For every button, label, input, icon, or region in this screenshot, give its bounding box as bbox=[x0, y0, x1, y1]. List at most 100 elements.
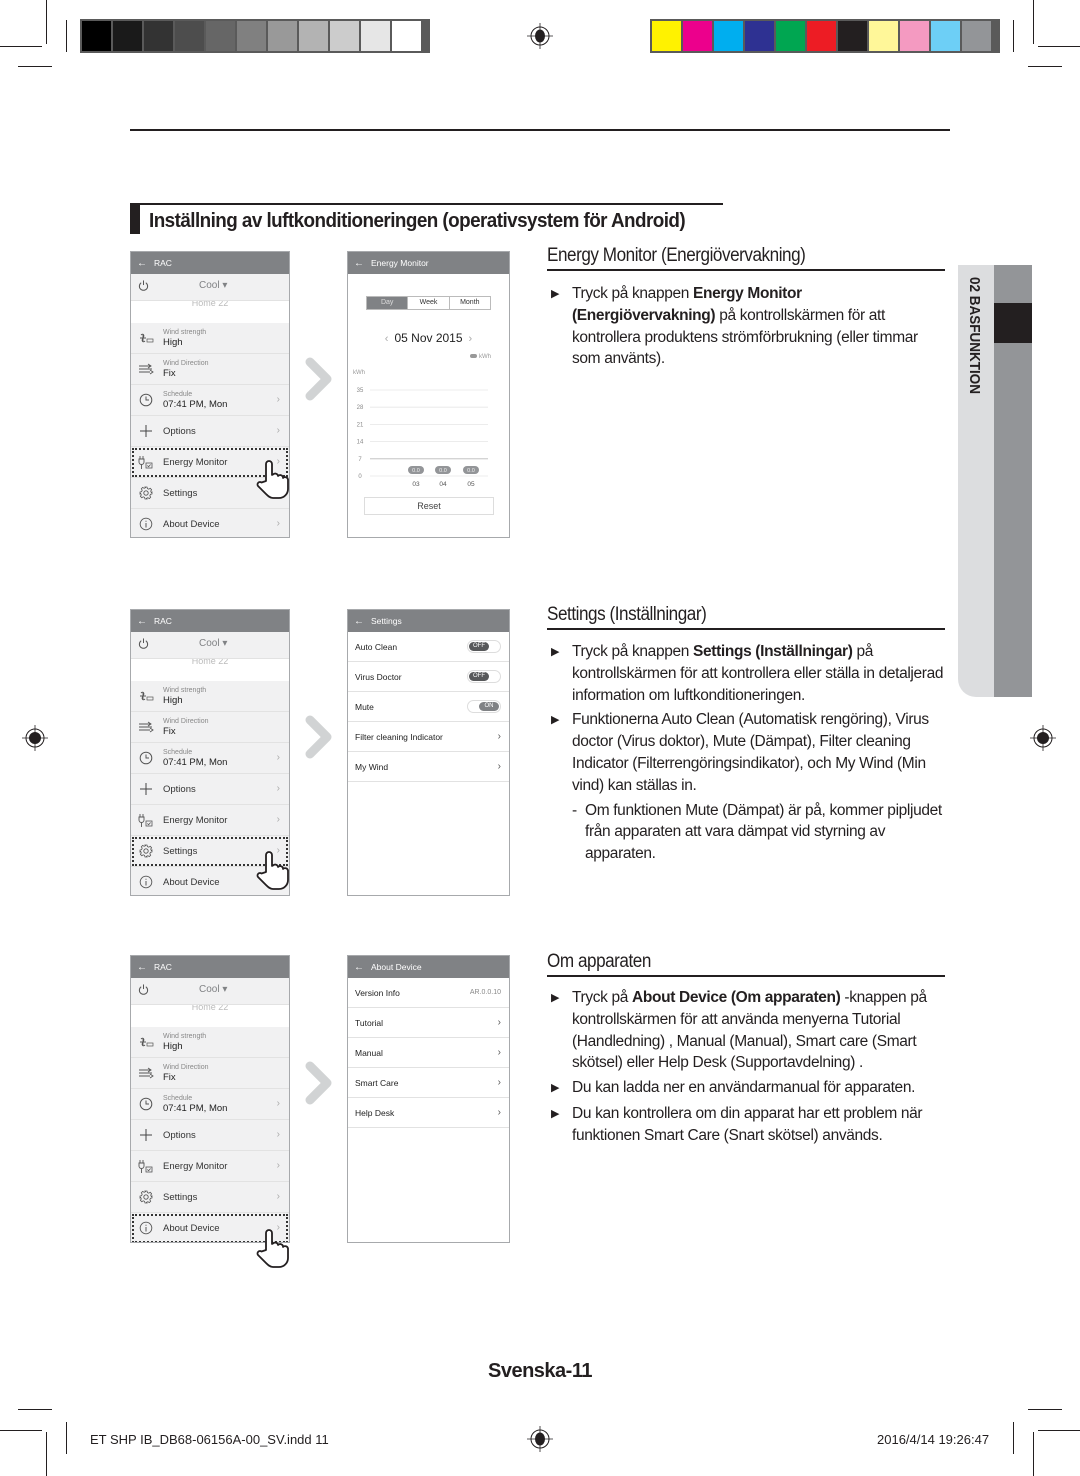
arrow-left-icon[interactable]: ← bbox=[354, 962, 364, 973]
power-icon[interactable] bbox=[138, 280, 149, 291]
options-row[interactable]: Options › bbox=[131, 416, 289, 447]
energy-monitor-label: Energy Monitor bbox=[163, 456, 228, 468]
power-icon[interactable] bbox=[138, 638, 149, 649]
chevron-right-icon[interactable]: › bbox=[469, 333, 473, 345]
y-tick-label: 28 bbox=[357, 405, 364, 411]
bullet-triangle-icon: ▶ bbox=[551, 646, 560, 658]
bullet-item: ▶ Tryck på knappen Settings (Inställning… bbox=[551, 641, 946, 706]
settings-row-mute[interactable]: Mute ON bbox=[348, 692, 509, 722]
crop-mark bbox=[1013, 20, 1014, 52]
wind-direction-row[interactable]: Wind Direction Fix bbox=[131, 712, 289, 743]
wind-strength-row[interactable]: Wind strength High bbox=[131, 681, 289, 712]
gray-calibration-bar bbox=[80, 19, 430, 53]
plus-icon bbox=[138, 423, 154, 439]
chart-legend: kWh bbox=[470, 354, 491, 360]
energy-monitor-row[interactable]: Energy Monitor › bbox=[131, 805, 289, 836]
schedule-row[interactable]: Schedule 07:41 PM, Mon › bbox=[131, 743, 289, 774]
bullet-triangle-icon: ▶ bbox=[551, 714, 560, 727]
arrow-left-icon[interactable]: ← bbox=[137, 962, 147, 973]
wind-direction-value: Fix bbox=[163, 368, 176, 379]
wind-strength-row[interactable]: Wind strength High bbox=[131, 1027, 289, 1058]
settings-row-auto-clean[interactable]: Auto Clean OFF bbox=[348, 632, 509, 662]
energy-chart: 0 7 14 21 28 35 0.0 03 0.0 04 0.0 05 bbox=[357, 388, 488, 488]
next-step-arrow-icon bbox=[305, 1061, 332, 1105]
arrow-left-icon[interactable]: ← bbox=[137, 616, 147, 627]
hand-pointer-icon bbox=[256, 851, 289, 890]
about-row-manual[interactable]: Manual › bbox=[348, 1038, 509, 1068]
options-label: Options bbox=[163, 1129, 196, 1141]
about-row-help-desk[interactable]: Help Desk › bbox=[348, 1098, 509, 1128]
legend-swatch bbox=[470, 354, 477, 359]
options-row[interactable]: Options › bbox=[131, 1120, 289, 1151]
color-swatch bbox=[962, 21, 991, 51]
app-bar-title: Settings bbox=[371, 616, 402, 626]
tab-month[interactable]: Month bbox=[448, 297, 490, 309]
gear-icon bbox=[138, 485, 154, 501]
fan-icon bbox=[138, 1034, 154, 1050]
bullet-item: ▶ Funktionerna Auto Clean (Automatisk re… bbox=[551, 709, 946, 796]
schedule-row[interactable]: Schedule 07:41 PM, Mon › bbox=[131, 1089, 289, 1120]
reset-button[interactable]: Reset bbox=[364, 497, 494, 515]
settings-row[interactable]: Settings › bbox=[131, 1182, 289, 1213]
bullet-triangle-icon: ▶ bbox=[551, 1107, 560, 1120]
registration-mark-icon bbox=[527, 1426, 553, 1452]
footer-timestamp: 2016/4/14 19:26:47 bbox=[877, 1432, 990, 1447]
chevron-right-icon: › bbox=[276, 814, 280, 825]
color-swatch bbox=[931, 21, 960, 51]
schedule-row[interactable]: Schedule 07:41 PM, Mon › bbox=[131, 385, 289, 416]
settings-screen: ← Settings Auto Clean OFF Virus Doctor OFF… bbox=[347, 609, 510, 896]
color-swatch bbox=[869, 21, 898, 51]
mode-dropdown[interactable]: Cool ▾ bbox=[199, 984, 227, 995]
info-icon bbox=[138, 874, 154, 890]
wind-direction-row[interactable]: Wind Direction Fix bbox=[131, 1058, 289, 1089]
chapter-label: 02 BASFUNKTION bbox=[966, 277, 983, 395]
registration-mark-icon bbox=[1030, 725, 1056, 751]
about-device-row[interactable]: About Device › bbox=[131, 509, 289, 537]
tab-week[interactable]: Week bbox=[407, 297, 448, 309]
power-icon[interactable] bbox=[138, 984, 149, 995]
mode-bar: Cool ▾ bbox=[131, 978, 289, 1005]
settings-label: Settings bbox=[163, 487, 198, 499]
tab-day[interactable]: Day bbox=[367, 297, 408, 309]
color-swatch bbox=[144, 21, 173, 51]
color-swatch bbox=[299, 21, 328, 51]
wind-direction-row[interactable]: Wind Direction Fix bbox=[131, 354, 289, 385]
about-row-smart-care[interactable]: Smart Care › bbox=[348, 1068, 509, 1098]
color-swatch bbox=[838, 21, 867, 51]
page-title: Inställning av luftkonditioneringen (ope… bbox=[149, 209, 686, 232]
wind-strength-row[interactable]: Wind strength High bbox=[131, 323, 289, 354]
options-row[interactable]: Options › bbox=[131, 774, 289, 805]
options-label: Options bbox=[163, 425, 196, 437]
data-label: 0.0 bbox=[439, 468, 447, 474]
mode-dropdown[interactable]: Cool ▾ bbox=[199, 280, 227, 291]
arrow-left-icon[interactable]: ← bbox=[137, 258, 147, 269]
section-title-about: Om apparaten bbox=[547, 951, 945, 977]
plug-icon bbox=[138, 1158, 154, 1174]
arrow-left-icon[interactable]: ← bbox=[354, 258, 364, 269]
clock-icon bbox=[138, 392, 154, 408]
settings-row-virus-doctor[interactable]: Virus Doctor OFF bbox=[348, 662, 509, 692]
chevron-right-icon: › bbox=[497, 761, 501, 772]
chevron-right-icon: › bbox=[497, 731, 501, 742]
settings-row-my-wind[interactable]: My Wind › bbox=[348, 752, 509, 782]
wind-direction-value: Fix bbox=[163, 726, 176, 737]
settings-row-filter-cleaning[interactable]: Filter cleaning Indicator › bbox=[348, 722, 509, 752]
arrow-left-icon[interactable]: ← bbox=[354, 616, 364, 627]
chevron-right-icon: › bbox=[497, 1047, 501, 1058]
color-swatch bbox=[82, 21, 111, 51]
chevron-left-icon[interactable]: ‹ bbox=[385, 333, 389, 345]
energy-monitor-row[interactable]: Energy Monitor › bbox=[131, 1151, 289, 1182]
chevron-right-icon: › bbox=[497, 1077, 501, 1088]
about-row-tutorial[interactable]: Tutorial › bbox=[348, 1008, 509, 1038]
about-device-label: About Device bbox=[163, 876, 220, 888]
mute-toggle[interactable]: ON bbox=[467, 700, 501, 713]
crop-mark bbox=[0, 1430, 42, 1431]
bullet-triangle-icon: ▶ bbox=[551, 288, 560, 300]
app-bar-title: RAC bbox=[154, 962, 172, 972]
bullet-triangle-icon: ▶ bbox=[551, 992, 560, 1004]
virus-doctor-toggle[interactable]: OFF bbox=[467, 670, 501, 683]
about-device-label: About Device bbox=[163, 1222, 220, 1234]
chevron-right-icon: › bbox=[497, 1017, 501, 1028]
mode-dropdown[interactable]: Cool ▾ bbox=[199, 638, 227, 649]
auto-clean-toggle[interactable]: OFF bbox=[467, 640, 501, 653]
